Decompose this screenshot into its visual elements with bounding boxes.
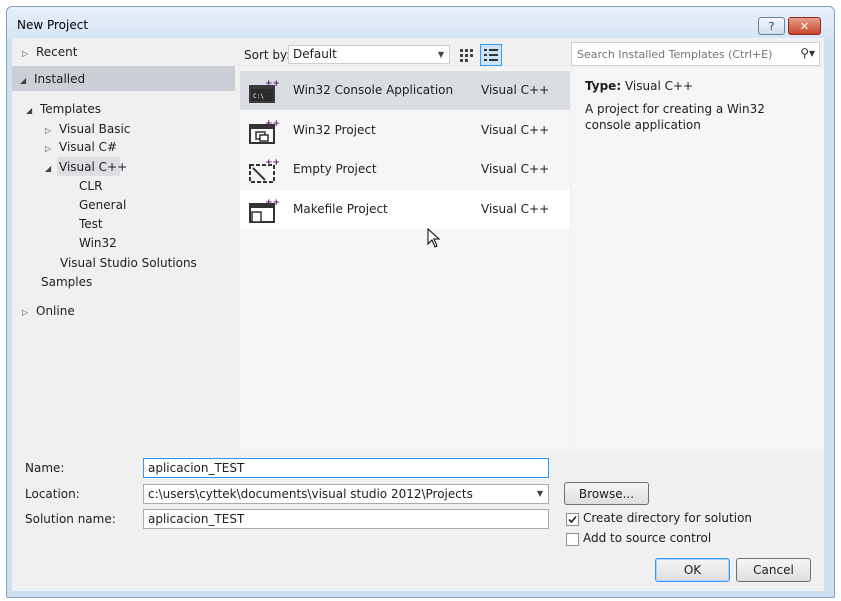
nav-item-online[interactable]: ▷ Online xyxy=(22,302,75,320)
nav-label: Visual Basic xyxy=(59,122,131,136)
collapse-arrow-icon: ◢ xyxy=(45,164,52,173)
nav-item-recent[interactable]: ▷ Recent xyxy=(22,43,77,61)
collapse-arrow-icon: ◢ xyxy=(20,76,27,85)
list-view-button[interactable] xyxy=(480,44,502,66)
expand-arrow-icon: ▷ xyxy=(45,144,52,153)
sort-value: Default xyxy=(293,47,337,61)
search-input[interactable] xyxy=(572,43,787,65)
nav-item-win32[interactable]: Win32 xyxy=(79,234,117,252)
location-combobox[interactable]: c:\users\cyttek\documents\visual studio … xyxy=(143,484,549,504)
expand-arrow-icon: ▷ xyxy=(22,49,29,58)
template-name: Makefile Project xyxy=(293,202,388,216)
template-name: Win32 Console Application xyxy=(293,83,454,97)
template-name: Empty Project xyxy=(293,162,377,176)
type-label: Type: xyxy=(585,79,622,93)
mouse-cursor-icon xyxy=(427,228,441,248)
nav-item-templates[interactable]: ◢ Templates xyxy=(26,100,101,118)
create-directory-checkbox[interactable] xyxy=(566,513,579,526)
add-source-control-checkbox[interactable] xyxy=(566,533,579,546)
nav-item-test[interactable]: Test xyxy=(79,215,103,233)
medium-icons-view-button[interactable] xyxy=(456,45,476,65)
nav-item-vs-solutions[interactable]: Visual Studio Solutions xyxy=(60,254,197,272)
solution-name-input[interactable]: aplicacion_TEST xyxy=(143,509,549,529)
template-language: Visual C++ xyxy=(481,83,550,97)
cancel-button[interactable]: Cancel xyxy=(736,558,811,582)
template-row-empty-project[interactable]: ++ Empty Project Visual C++ xyxy=(240,150,570,189)
console-app-icon: C:\ ++ xyxy=(249,79,279,103)
list-view-icon xyxy=(484,49,498,61)
template-language: Visual C++ xyxy=(481,123,550,137)
solution-name-label: Solution name: xyxy=(25,512,116,526)
nav-item-general[interactable]: General xyxy=(79,196,126,214)
svg-text:++: ++ xyxy=(265,119,279,129)
template-row-console-app[interactable]: C:\ ++ Win32 Console Application Visual … xyxy=(240,71,570,110)
template-name: Win32 Project xyxy=(293,123,376,137)
name-label: Name: xyxy=(25,461,65,475)
svg-text:++: ++ xyxy=(265,158,279,168)
nav-label: Installed xyxy=(34,72,86,86)
nav-label: Templates xyxy=(40,102,102,116)
nav-item-clr[interactable]: CLR xyxy=(79,177,102,195)
nav-item-visual-cpp[interactable]: ◢ Visual C++ xyxy=(45,158,127,176)
empty-project-icon: ++ xyxy=(249,158,279,183)
svg-text:++: ++ xyxy=(265,79,279,89)
browse-button[interactable]: Browse... xyxy=(564,482,649,505)
title-bar[interactable] xyxy=(7,7,834,39)
add-source-control-label[interactable]: Add to source control xyxy=(583,531,711,545)
chevron-down-icon: ▼ xyxy=(437,50,444,59)
grid-view-icon xyxy=(460,49,473,62)
collapse-arrow-icon: ◢ xyxy=(26,106,33,115)
search-box[interactable]: ⚲▾ xyxy=(571,42,820,66)
dialog-title: New Project xyxy=(17,18,89,32)
type-value: Visual C++ xyxy=(624,79,694,93)
sort-dropdown[interactable]: Default ▼ xyxy=(288,45,450,64)
create-directory-label[interactable]: Create directory for solution xyxy=(583,511,752,525)
nav-label: Visual C# xyxy=(59,140,118,154)
win32-project-icon: ++ xyxy=(249,119,279,144)
checkmark-icon xyxy=(568,515,577,524)
nav-label: Visual C++ xyxy=(59,160,128,174)
nav-item-visual-basic[interactable]: ▷ Visual Basic xyxy=(45,120,130,138)
name-input[interactable]: aplicacion_TEST xyxy=(143,458,549,478)
chevron-down-icon[interactable]: ▼ xyxy=(537,485,543,503)
svg-text:++: ++ xyxy=(265,198,279,208)
nav-label: Recent xyxy=(36,45,78,59)
template-language: Visual C++ xyxy=(481,202,550,216)
expand-arrow-icon: ▷ xyxy=(22,308,29,317)
template-row-win32-project[interactable]: ++ Win32 Project Visual C++ xyxy=(240,111,570,150)
details-description: A project for creating a Win32 console a… xyxy=(585,102,765,132)
svg-text:C:\: C:\ xyxy=(253,93,264,100)
close-button[interactable]: ✕ xyxy=(788,17,821,35)
search-icon[interactable]: ⚲▾ xyxy=(800,46,815,60)
sort-label: Sort by: xyxy=(244,48,291,62)
location-value: c:\users\cyttek\documents\visual studio … xyxy=(148,487,473,501)
template-row-makefile-project[interactable]: ++ Makefile Project Visual C++ xyxy=(240,190,570,229)
ok-button[interactable]: OK xyxy=(655,558,730,582)
nav-item-installed[interactable]: ◢ Installed xyxy=(20,70,85,88)
details-type: Type: Visual C++ xyxy=(585,79,693,93)
location-label: Location: xyxy=(25,487,80,501)
help-button[interactable]: ? xyxy=(758,17,785,35)
nav-item-visual-csharp[interactable]: ▷ Visual C# xyxy=(45,138,117,156)
makefile-project-icon: ++ xyxy=(249,198,279,223)
nav-label: Online xyxy=(36,304,75,318)
nav-item-samples[interactable]: Samples xyxy=(41,273,92,291)
template-language: Visual C++ xyxy=(481,162,550,176)
